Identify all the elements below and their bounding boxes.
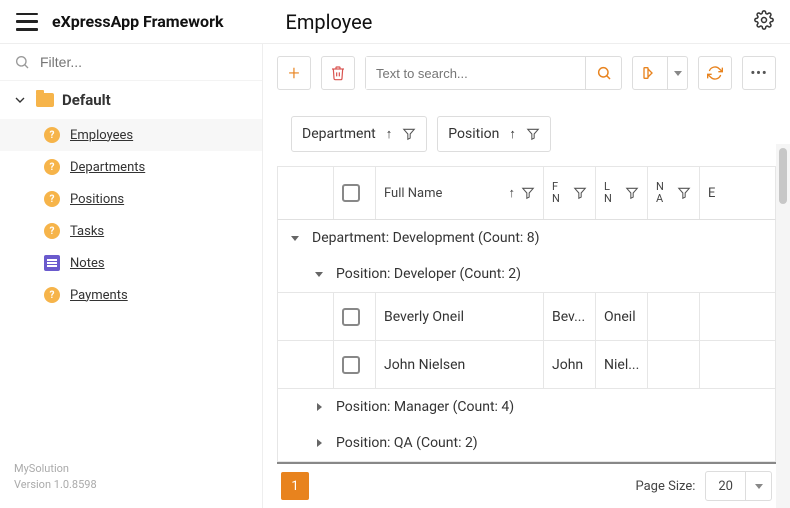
sidebar-item-label: Payments bbox=[70, 288, 128, 303]
chevron-down-icon bbox=[291, 236, 299, 241]
chevron-right-icon bbox=[317, 403, 322, 411]
column-header-last[interactable]: L N bbox=[604, 181, 612, 205]
group-row-position-qa[interactable]: Position: QA (Count: 2) bbox=[278, 425, 775, 461]
sidebar-item-employees[interactable]: ? Employees bbox=[0, 119, 262, 151]
group-label: Position: Manager (Count: 4) bbox=[336, 399, 514, 415]
filter-icon[interactable] bbox=[677, 186, 691, 200]
export-icon bbox=[642, 65, 658, 81]
filter-icon[interactable] bbox=[402, 127, 416, 141]
sort-asc-icon[interactable]: ↑ bbox=[509, 185, 516, 201]
group-label: Position: QA (Count: 2) bbox=[336, 435, 478, 451]
settings-button[interactable] bbox=[754, 10, 774, 34]
footer-app: MySolution bbox=[14, 461, 248, 476]
column-header-fullname[interactable]: Full Name bbox=[384, 186, 503, 201]
question-icon: ? bbox=[44, 127, 60, 143]
row-checkbox[interactable] bbox=[342, 308, 360, 326]
row-checkbox[interactable] bbox=[342, 356, 360, 374]
sidebar-item-notes[interactable]: Notes bbox=[0, 247, 262, 279]
brand-title: eXpressApp Framework bbox=[52, 12, 224, 31]
refresh-button[interactable] bbox=[698, 56, 732, 90]
nav-filter-input[interactable] bbox=[40, 54, 248, 70]
column-header-first[interactable]: F N bbox=[552, 181, 560, 205]
expand-toggle[interactable] bbox=[312, 439, 326, 447]
cell-fullname: John Nielsen bbox=[376, 341, 544, 388]
export-button[interactable] bbox=[633, 57, 667, 89]
group-label: Position: Developer (Count: 2) bbox=[336, 266, 521, 282]
sort-asc-icon: ↑ bbox=[386, 126, 393, 142]
group-row-position-manager[interactable]: Position: Manager (Count: 4) bbox=[278, 388, 775, 425]
nav-folder-label: Default bbox=[62, 91, 111, 109]
sidebar: Default ? Employees? Departments? Positions… bbox=[0, 44, 263, 508]
cell-fullname: Beverly Oneil bbox=[376, 293, 544, 340]
select-all-checkbox[interactable] bbox=[342, 184, 360, 202]
expand-toggle[interactable] bbox=[312, 272, 326, 277]
export-dropdown[interactable] bbox=[667, 57, 687, 89]
more-actions-button[interactable]: ••• bbox=[742, 56, 776, 90]
page-title: Employee bbox=[286, 10, 741, 34]
sidebar-item-label: Departments bbox=[70, 160, 145, 175]
column-header-extra2[interactable]: E bbox=[708, 186, 715, 201]
group-label: Department: Development (Count: 8) bbox=[312, 230, 540, 246]
group-chip-department[interactable]: Department ↑ bbox=[291, 116, 427, 152]
footer-version: Version 1.0.8598 bbox=[14, 477, 248, 492]
chevron-down-icon bbox=[12, 92, 28, 108]
group-chip-label: Position bbox=[448, 126, 499, 142]
group-row-department[interactable]: Department: Development (Count: 8) bbox=[278, 220, 775, 256]
filter-icon[interactable] bbox=[573, 186, 587, 200]
cell-first: John bbox=[544, 341, 596, 388]
sidebar-item-positions[interactable]: ? Positions bbox=[0, 183, 262, 215]
sidebar-item-payments[interactable]: ? Payments bbox=[0, 279, 262, 311]
question-icon: ? bbox=[44, 191, 60, 207]
sidebar-item-label: Tasks bbox=[70, 224, 104, 239]
sidebar-item-label: Employees bbox=[70, 128, 133, 143]
gear-icon bbox=[754, 10, 774, 30]
sidebar-item-departments[interactable]: ? Departments bbox=[0, 151, 262, 183]
filter-icon[interactable] bbox=[526, 127, 540, 141]
question-icon: ? bbox=[44, 287, 60, 303]
pagesize-value: 20 bbox=[706, 479, 745, 494]
sort-asc-icon: ↑ bbox=[509, 126, 516, 142]
search-icon bbox=[14, 54, 30, 70]
chevron-down-icon bbox=[755, 484, 763, 489]
group-chip-label: Department bbox=[302, 126, 376, 142]
search-icon bbox=[596, 65, 612, 81]
sidebar-item-label: Positions bbox=[70, 192, 124, 207]
filter-icon[interactable] bbox=[625, 186, 639, 200]
expand-toggle[interactable] bbox=[312, 403, 326, 411]
group-chip-position[interactable]: Position ↑ bbox=[437, 116, 551, 152]
table-row[interactable]: Beverly Oneil Bev... Oneil bbox=[278, 292, 775, 340]
export-split-button[interactable] bbox=[632, 56, 688, 90]
cell-first: Bev... bbox=[544, 293, 596, 340]
cell-last: Niel... bbox=[596, 341, 648, 388]
filter-icon[interactable] bbox=[521, 186, 535, 200]
refresh-icon bbox=[707, 65, 723, 81]
column-header-extra[interactable]: N A bbox=[656, 181, 664, 205]
pagesize-select[interactable]: 20 bbox=[705, 471, 772, 501]
table-row[interactable]: John Nielsen John Niel... bbox=[278, 340, 775, 388]
question-icon: ? bbox=[44, 159, 60, 175]
chevron-right-icon bbox=[317, 439, 322, 447]
main-area: + ••• D bbox=[263, 44, 790, 508]
folder-icon bbox=[36, 93, 54, 107]
search-button[interactable] bbox=[585, 57, 621, 89]
nav-folder-default[interactable]: Default bbox=[0, 81, 262, 119]
expand-toggle[interactable] bbox=[288, 236, 302, 241]
delete-button[interactable] bbox=[321, 56, 355, 90]
group-row-position-developer[interactable]: Position: Developer (Count: 2) bbox=[278, 256, 775, 292]
vertical-scrollbar[interactable] bbox=[776, 144, 790, 508]
sidebar-item-label: Notes bbox=[70, 256, 105, 271]
cell-last: Oneil bbox=[596, 293, 648, 340]
new-button[interactable]: + bbox=[277, 56, 311, 90]
search-input[interactable] bbox=[366, 57, 585, 89]
trash-icon bbox=[330, 65, 346, 81]
notes-icon bbox=[44, 255, 60, 271]
pagesize-label: Page Size: bbox=[635, 479, 695, 494]
sidebar-item-tasks[interactable]: ? Tasks bbox=[0, 215, 262, 247]
menu-button[interactable] bbox=[16, 13, 38, 31]
page-1-button[interactable]: 1 bbox=[281, 472, 309, 500]
chevron-down-icon bbox=[315, 272, 323, 277]
question-icon: ? bbox=[44, 223, 60, 239]
chevron-down-icon bbox=[674, 71, 682, 76]
